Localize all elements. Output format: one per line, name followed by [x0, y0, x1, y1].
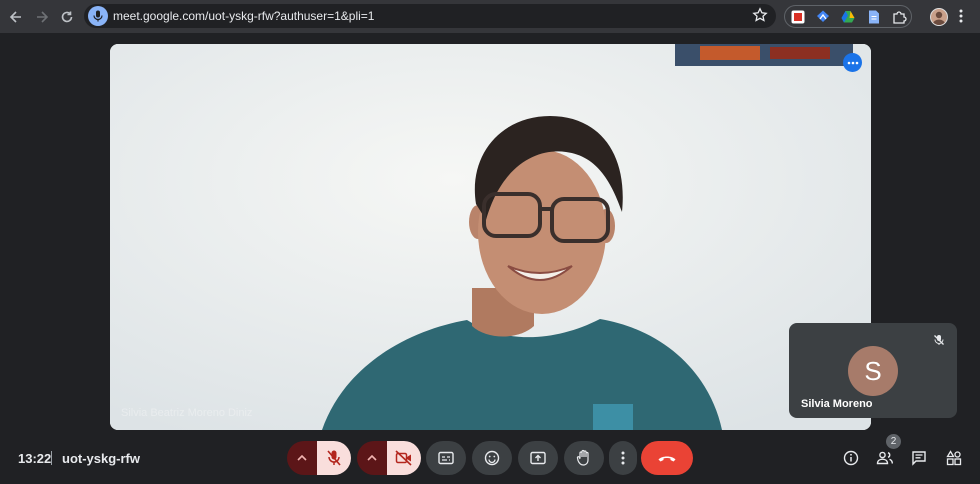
captions-icon: [438, 451, 454, 465]
extensions-puzzle-icon[interactable]: [891, 9, 907, 25]
back-arrow-icon[interactable]: [5, 6, 27, 28]
camera-options-button[interactable]: [357, 441, 387, 475]
mic-toggle-button[interactable]: [317, 441, 351, 475]
people-icon: [876, 451, 893, 465]
participant-video-image: [110, 44, 871, 430]
extensions-bar: [784, 5, 912, 28]
hand-icon: [576, 449, 589, 466]
translate-extension-icon[interactable]: [815, 9, 831, 25]
activities-button[interactable]: [941, 445, 967, 471]
forward-arrow-icon[interactable]: [31, 6, 53, 28]
profile-avatar[interactable]: [930, 8, 948, 26]
more-vert-icon: [621, 451, 625, 465]
main-video-feed: Silvia Beatriz Moreno Diniz: [110, 44, 871, 430]
docs-extension-icon[interactable]: [866, 9, 882, 25]
meeting-code: uot-yskg-rfw: [62, 451, 140, 466]
google-drive-icon[interactable]: [840, 9, 856, 25]
browser-toolbar: meet.google.com/uot-yskg-rfw?authuser=1&…: [0, 0, 980, 33]
self-view-tile[interactable]: S Silvia Moreno: [789, 323, 957, 418]
participant-count-badge: 2: [886, 434, 901, 449]
chevron-up-icon: [297, 454, 307, 461]
present-screen-button[interactable]: [518, 441, 558, 475]
activities-shapes-icon: [946, 450, 962, 466]
address-bar[interactable]: meet.google.com/uot-yskg-rfw?authuser=1&…: [84, 4, 776, 28]
participant-name: Silvia Moreno: [801, 398, 873, 410]
emoji-icon: [484, 450, 500, 466]
reactions-button[interactable]: [472, 441, 512, 475]
meeting-clock: 13:22: [18, 451, 52, 466]
camera-off-icon: [395, 450, 412, 466]
mic-options-button[interactable]: [287, 441, 317, 475]
mic-off-icon: [327, 450, 341, 466]
more-options-button[interactable]: [609, 441, 637, 475]
microphone-site-icon[interactable]: [88, 6, 108, 26]
leave-call-button[interactable]: [641, 441, 693, 475]
pdf-extension-icon[interactable]: [790, 9, 806, 25]
raise-hand-button[interactable]: [564, 441, 604, 475]
separator: [51, 451, 52, 465]
hang-up-icon: [658, 456, 676, 462]
present-screen-icon: [530, 451, 546, 465]
more-options-icon[interactable]: [843, 53, 862, 72]
meeting-details-button[interactable]: [838, 445, 864, 471]
chat-button[interactable]: [906, 445, 932, 471]
url-text: meet.google.com/uot-yskg-rfw?authuser=1&…: [113, 9, 375, 23]
browser-menu-icon[interactable]: [958, 8, 964, 29]
chevron-up-icon: [367, 454, 377, 461]
info-icon: [843, 450, 859, 466]
bookmark-star-icon[interactable]: [752, 7, 768, 28]
mic-off-icon: [933, 333, 945, 351]
main-participant-name: Silvia Beatriz Moreno Diniz: [121, 407, 253, 419]
camera-toggle-button[interactable]: [387, 441, 421, 475]
captions-button[interactable]: [426, 441, 466, 475]
participant-avatar: S: [848, 346, 898, 396]
reload-icon[interactable]: [56, 6, 78, 28]
chat-icon: [912, 451, 926, 466]
